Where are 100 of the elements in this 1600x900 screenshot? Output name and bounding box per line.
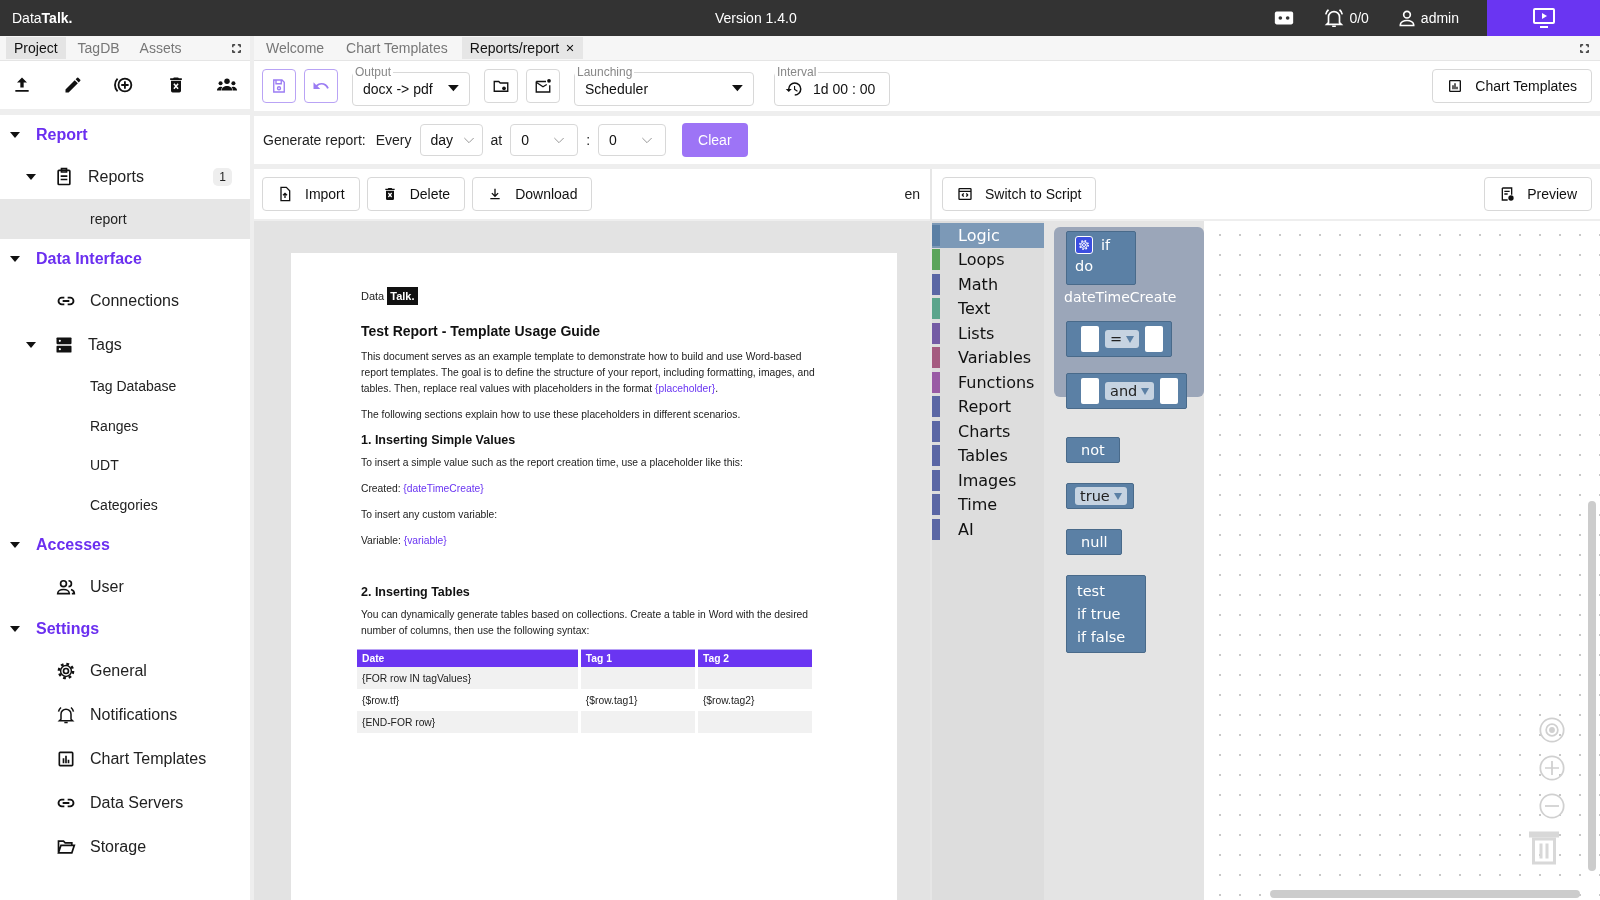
toolbox-category[interactable]: Lists <box>958 323 995 343</box>
fullscreen-icon[interactable] <box>1579 42 1590 54</box>
paragraph: This document serves as an example template to demonstrate how to build and use Word-based report templates. The goal is to define the structure of your report, including formatting, images, and tables. Then, replace real values with placeholders in the format {placeholder}. <box>361 350 816 396</box>
toolbox-category[interactable]: Charts <box>958 421 1011 441</box>
code-block[interactable]: test if true if false <box>1066 575 1147 653</box>
tree-section[interactable]: Settings <box>36 619 100 638</box>
paragraph: The following sections explain how to use these placeholders in different scenarios. <box>361 408 742 422</box>
block-label: if false <box>1077 629 1126 646</box>
switch-to-script-button[interactable]: Switch to Script <box>942 177 1097 211</box>
minute-select[interactable]: 0 <box>598 124 667 156</box>
code-block[interactable]: = <box>1066 321 1173 357</box>
runtime-button[interactable] <box>1487 0 1600 36</box>
tree-item[interactable]: Data Servers <box>90 793 184 812</box>
undo-button[interactable] <box>304 69 338 103</box>
tree-item[interactable]: Connections <box>90 291 179 310</box>
toolbox-category[interactable]: Variables <box>958 348 1032 368</box>
table-cell: {END-FOR row} <box>357 711 578 733</box>
tree-item[interactable]: Tags <box>88 335 122 354</box>
tree-item[interactable]: Ranges <box>90 417 139 434</box>
tree-item[interactable]: Reports <box>88 168 145 186</box>
app-logo: DataTalk. <box>11 10 74 26</box>
alarm-indicator[interactable]: 0/0 <box>1323 7 1369 29</box>
chart-templates-button[interactable]: Chart Templates <box>1432 69 1592 103</box>
scrollbar[interactable] <box>1270 890 1580 898</box>
tree-item[interactable]: report <box>90 210 127 227</box>
upload-icon[interactable] <box>12 75 32 95</box>
preview-button[interactable]: Preview <box>1484 177 1592 211</box>
panel-tab[interactable]: TagDB <box>69 37 128 59</box>
operator-dropdown[interactable]: = <box>1105 330 1140 348</box>
language-label: en <box>904 186 920 202</box>
code-icon <box>957 186 973 202</box>
hour-select[interactable]: 0 <box>510 124 579 156</box>
tree-item[interactable]: General <box>90 661 147 680</box>
import-button[interactable]: Import <box>262 177 360 211</box>
toolbox-category[interactable]: Text <box>958 299 991 319</box>
scrollbar[interactable] <box>1588 501 1596 871</box>
toolbox-category[interactable]: Loops <box>958 250 1005 270</box>
import-icon <box>277 186 293 202</box>
tree-item[interactable]: Storage <box>90 837 147 856</box>
tree-item[interactable]: Categories <box>90 496 158 513</box>
paragraph: Variable: {variable} <box>361 534 448 548</box>
block-label: test <box>1077 582 1105 599</box>
caret-icon[interactable] <box>10 255 20 262</box>
toolbox-category[interactable]: Tables <box>958 446 1008 466</box>
code-block[interactable]: not <box>1066 437 1120 463</box>
code-block[interactable]: true <box>1066 483 1134 509</box>
toolbox-category[interactable]: Functions <box>958 372 1035 392</box>
toolbox-category[interactable]: Images <box>958 470 1017 490</box>
column-header: Tag 2 <box>697 649 812 667</box>
document-logo-mark: Talk. <box>387 287 418 305</box>
caret-icon[interactable] <box>26 174 36 180</box>
toolbox-category[interactable]: Time <box>958 495 998 515</box>
panel-tab[interactable]: Project <box>6 37 66 59</box>
toolbox-category[interactable]: Report <box>958 397 1012 417</box>
editor-tab[interactable]: Welcome <box>258 37 333 59</box>
user-menu[interactable]: admin <box>1396 8 1459 28</box>
folder-settings-button[interactable] <box>484 69 518 103</box>
period-select[interactable]: day <box>419 124 483 156</box>
caret-icon <box>448 85 459 92</box>
code-block[interactable]: null <box>1066 529 1123 555</box>
tree-item[interactable]: Chart Templates <box>90 749 207 768</box>
toolbox-category[interactable]: Math <box>958 274 999 294</box>
save-icon <box>270 77 288 95</box>
tree-item[interactable]: Tag Database <box>90 378 177 395</box>
tree-section[interactable]: Accesses <box>36 535 110 554</box>
panel-tab[interactable]: Assets <box>131 37 190 59</box>
mail-button[interactable] <box>526 69 560 103</box>
gear-icon[interactable] <box>1078 239 1090 251</box>
caret-icon[interactable] <box>26 341 36 348</box>
every-label: Every <box>375 132 412 148</box>
close-icon[interactable] <box>565 43 576 53</box>
tree-item[interactable]: Notifications <box>90 705 178 724</box>
table-cell-text: {$row.tf} <box>361 693 401 708</box>
operator-dropdown[interactable]: and <box>1105 382 1155 400</box>
caret-icon[interactable] <box>10 132 20 138</box>
history-icon <box>785 79 803 98</box>
tree-section[interactable]: Data Interface <box>36 249 142 268</box>
toolbox-category[interactable]: AI <box>958 519 974 539</box>
value-dropdown[interactable]: true <box>1075 487 1127 505</box>
caret-icon[interactable] <box>10 541 20 548</box>
download-button[interactable]: Download <box>472 177 593 211</box>
save-button[interactable] <box>262 69 296 103</box>
schedule-label: Generate report: <box>263 132 366 148</box>
paragraph: You can dynamically generate tables based on collections. Create a table in Word with the desired number of columns, then use the following syntax: <box>361 608 810 638</box>
caret-icon[interactable] <box>10 625 20 632</box>
tree-item[interactable]: User <box>90 577 124 596</box>
editor-tab[interactable]: Chart Templates <box>338 37 456 59</box>
settings-icon <box>56 660 76 681</box>
fullscreen-icon[interactable] <box>231 42 242 54</box>
paragraph: To insert any custom variable: <box>361 508 499 522</box>
code-block[interactable]: if do <box>1066 231 1136 285</box>
tree-item[interactable]: UDT <box>90 457 119 474</box>
editor-tab[interactable]: Reports/report <box>461 37 584 59</box>
mail-icon <box>534 77 552 95</box>
time-separator: : <box>586 132 591 148</box>
table-cell-text: {$row.tag2} <box>701 693 756 708</box>
code-block[interactable]: and <box>1066 373 1188 409</box>
section-heading: 1. Inserting Simple Values <box>361 433 517 447</box>
delete-button[interactable]: Delete <box>366 177 466 211</box>
tree-section[interactable]: Report <box>36 126 88 144</box>
